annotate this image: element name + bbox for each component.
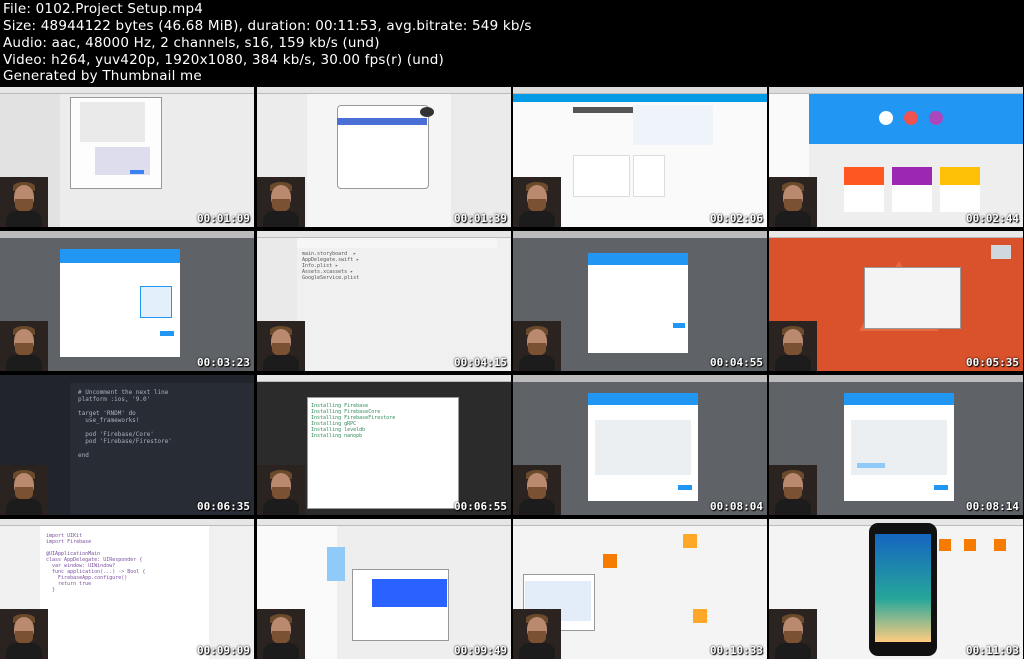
thumbnail-timestamp: 00:02:44	[966, 212, 1019, 225]
video-thumbnail: 00:05:35	[769, 231, 1023, 371]
thumbnail-timestamp: 00:06:35	[197, 500, 250, 513]
user-webcam-icon	[769, 465, 817, 515]
audio-info: Audio: aac, 48000 Hz, 2 channels, s16, 1…	[3, 35, 380, 51]
thumbnail-timestamp: 00:09:49	[454, 644, 507, 657]
user-webcam-icon	[257, 465, 305, 515]
user-webcam-icon	[0, 609, 48, 659]
thumbnail-header: File: 0102.Project Setup.mp4 Size: 48944…	[0, 0, 1024, 86]
video-thumbnail: Installing Firebase Installing FirebaseC…	[257, 375, 511, 515]
thumbnail-timestamp: 00:06:55	[454, 500, 507, 513]
user-webcam-icon	[513, 177, 561, 227]
video-thumbnail: 00:08:14	[769, 375, 1023, 515]
thumbnail-timestamp: 00:05:35	[966, 356, 1019, 369]
thumbnail-timestamp: 00:04:15	[454, 356, 507, 369]
user-webcam-icon	[513, 321, 561, 371]
thumbnail-timestamp: 00:11:03	[966, 644, 1019, 657]
video-thumbnail: 00:02:06	[513, 87, 767, 227]
user-webcam-icon	[257, 609, 305, 659]
user-webcam-icon	[769, 177, 817, 227]
thumbnail-timestamp: 00:02:06	[710, 212, 763, 225]
file-size-info: Size: 48944122 bytes (46.68 MiB), durati…	[3, 18, 532, 34]
user-webcam-icon	[513, 609, 561, 659]
thumbnail-timestamp: 00:04:55	[710, 356, 763, 369]
thumbnail-timestamp: 00:01:09	[197, 212, 250, 225]
video-thumbnail: 00:11:03	[769, 519, 1023, 659]
thumbnail-timestamp: 00:03:23	[197, 356, 250, 369]
video-thumbnail: 00:01:09	[0, 87, 254, 227]
user-webcam-icon	[0, 177, 48, 227]
user-webcam-icon	[513, 465, 561, 515]
user-webcam-icon	[769, 609, 817, 659]
thumbnail-timestamp: 00:09:09	[197, 644, 250, 657]
user-webcam-icon	[257, 177, 305, 227]
video-thumbnail: 00:09:49	[257, 519, 511, 659]
video-thumbnail: main.storyboard ▸ AppDelegate.swift ▸ In…	[257, 231, 511, 371]
video-thumbnail: # Uncomment the next line platform :ios,…	[0, 375, 254, 515]
thumbnail-timestamp: 00:01:39	[454, 212, 507, 225]
user-webcam-icon	[0, 321, 48, 371]
video-info: Video: h264, yuv420p, 1920x1080, 384 kb/…	[3, 52, 445, 68]
generator-info: Generated by Thumbnail me	[3, 68, 202, 84]
user-webcam-icon	[0, 465, 48, 515]
file-name: File: 0102.Project Setup.mp4	[3, 1, 204, 17]
video-thumbnail: 00:04:55	[513, 231, 767, 371]
thumbnail-timestamp: 00:08:14	[966, 500, 1019, 513]
thumbnail-timestamp: 00:08:04	[710, 500, 763, 513]
user-webcam-icon	[769, 321, 817, 371]
user-webcam-icon	[257, 321, 305, 371]
video-thumbnail: import UIKit import Firebase @UIApplicat…	[0, 519, 254, 659]
thumbnail-timestamp: 00:10:33	[710, 644, 763, 657]
video-thumbnail: 00:02:44	[769, 87, 1023, 227]
video-thumbnail: 00:01:39	[257, 87, 511, 227]
video-thumbnail: 00:10:33	[513, 519, 767, 659]
video-thumbnail: 00:03:23	[0, 231, 254, 371]
video-thumbnail: 00:08:04	[513, 375, 767, 515]
